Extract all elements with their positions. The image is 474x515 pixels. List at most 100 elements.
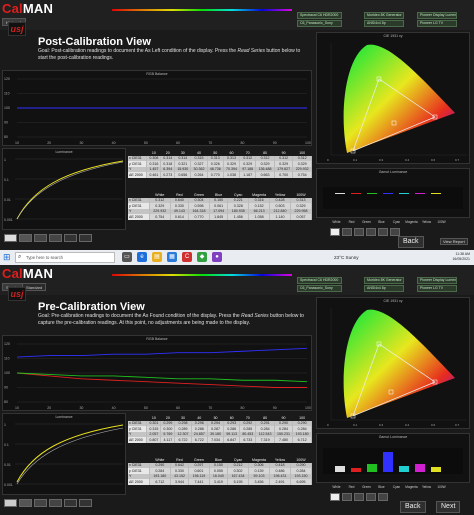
device-display-model[interactable]: Pioneer LG TV	[417, 285, 457, 292]
cie-diagram: 0 0.1 0.3 0.4 0.6 0.7	[327, 43, 467, 162]
y-tick-label: 90	[4, 121, 8, 125]
windows-taskbar: ⊞ ⌕ Type here to search ▭ e ▤ ▦ C ◆ ● 23…	[0, 250, 474, 265]
gamut-btn-4[interactable]	[366, 493, 376, 501]
table-row: x CIE31 0.312 0.640 0.304 0.150 0.221 0.316 0.4…	[128, 197, 312, 203]
taskbar-search-input[interactable]: ⌕ Type here to search	[15, 252, 115, 263]
windows-start-icon[interactable]: ⊞	[3, 253, 12, 262]
svg-text:0.001: 0.001	[4, 483, 13, 487]
luminance-title: Luminance	[55, 150, 73, 154]
gamut-btn-5[interactable]	[378, 228, 388, 236]
app-icon-purple[interactable]: ●	[212, 252, 222, 262]
svg-text:0.01: 0.01	[4, 463, 11, 467]
gamut-bar-blue	[383, 452, 393, 472]
luminance-target-curve	[16, 161, 124, 220]
svg-text:0: 0	[327, 158, 329, 162]
swatch-gray-2[interactable]	[34, 234, 47, 242]
x-tick-label: 80	[241, 141, 245, 145]
gamut-btn-white[interactable]	[330, 493, 340, 501]
table-row: Y 193.180 43.152 156.119 16.040 167.434 59.103…	[128, 473, 313, 479]
gamut-bar-magenta	[415, 464, 425, 472]
luminance-chart: 1 0.1 0.01 0.001	[4, 423, 124, 487]
task-view-icon[interactable]: ▭	[122, 252, 132, 262]
x-tick-label: 70	[208, 406, 212, 410]
swatch-gray-3[interactable]	[49, 499, 62, 507]
back-button[interactable]: Back	[398, 236, 424, 248]
gamut-btn-4[interactable]	[366, 228, 376, 236]
device-generator[interactable]: Murideo 8K Generator	[364, 277, 404, 284]
svg-text:0.1: 0.1	[353, 158, 358, 162]
measured-swatches	[4, 499, 92, 507]
view-report-button[interactable]: View Report	[440, 238, 468, 245]
gamut-bar-white	[335, 466, 345, 472]
device-generator[interactable]: Murideo 8K Generator	[364, 12, 404, 19]
device-meter[interactable]: Spectracal C6 HDR2000	[297, 12, 342, 19]
gamut-luminance-chart	[323, 448, 463, 474]
edge-icon[interactable]: e	[137, 252, 147, 262]
rgb-balance-chart: 80 90 100 110 120 10 20 30 40 50 60 70 80 90 100	[4, 77, 311, 145]
luminance-panel: Luminance 1 0.1 0.01 0.001	[2, 413, 126, 495]
device-meter[interactable]: Spectracal C6 HDR2000	[297, 277, 342, 284]
table-row: Y 2.057 5.769 12.307 24.857 39.180 59.113 80.45…	[128, 431, 312, 437]
svg-text:0.3: 0.3	[379, 158, 384, 162]
swatch-gray-5[interactable]	[79, 499, 92, 507]
store-icon[interactable]: ▦	[167, 252, 177, 262]
swatch-gray-3[interactable]	[49, 234, 62, 242]
device-display[interactable]: Pioneer Display Lumen	[417, 12, 457, 19]
cie-title: CIE 1931 xy	[383, 34, 403, 38]
device-display[interactable]: Pioneer Display Lumen	[417, 277, 457, 284]
swatch-gray-5[interactable]	[79, 234, 92, 242]
svg-text:0.1: 0.1	[353, 423, 358, 427]
usj-logo: usj	[8, 22, 26, 36]
svg-text:0: 0	[327, 423, 329, 427]
x-tick-label: 90	[273, 141, 277, 145]
y-tick-label: 110	[4, 92, 10, 96]
device-pattern[interactable]: ANSI4x4 8p	[364, 20, 404, 27]
back-button[interactable]: Back	[400, 501, 426, 513]
swatch-gray-1[interactable]	[19, 234, 32, 242]
swatch-white[interactable]	[4, 499, 17, 507]
rgb-balance-chart: 80 90 100 110 120 10 20 30 40 50 60 70 80 90 100	[4, 342, 311, 410]
gamut-btn-3[interactable]	[354, 228, 364, 236]
gamut-btn-2[interactable]	[342, 228, 352, 236]
explorer-icon[interactable]: ▤	[152, 252, 162, 262]
device-pattern[interactable]: ANSI4x4 8p	[364, 285, 404, 292]
svg-text:0.3: 0.3	[379, 423, 384, 427]
table-row: ΔE 2000 6.712 3.944 7.441 3.419 5.195 3.456 2.4…	[128, 479, 313, 485]
x-tick-label: 100	[305, 406, 311, 410]
gamut-btn-white[interactable]	[330, 228, 340, 236]
weather-widget[interactable]: 23°C Sunny	[334, 253, 359, 262]
table-row: x CIE31 0.290 0.642 0.297 0.150 0.212 0.306 0.4…	[128, 462, 313, 468]
rainbow-bar	[112, 9, 292, 11]
x-tick-label: 50	[144, 406, 148, 410]
gamut-btn-3[interactable]	[354, 493, 364, 501]
swatch-gray-4[interactable]	[64, 499, 77, 507]
swatch-gray-4[interactable]	[64, 234, 77, 242]
x-tick-label: 60	[176, 406, 180, 410]
taskbar-clock[interactable]: 11:38 AM 16/05/2021	[438, 252, 470, 262]
gamut-btn-2[interactable]	[342, 493, 352, 501]
app-icon-green[interactable]: ◆	[197, 252, 207, 262]
table-row: y CIE31 0.329 0.330 0.598 0.061 0.328 0.152 0.5…	[128, 203, 312, 209]
device-profile[interactable]: C6_Panasonic_Sony	[297, 20, 342, 27]
swatch-white[interactable]	[4, 234, 17, 242]
gamut-luminance-chart	[323, 187, 463, 209]
swatch-gray-2[interactable]	[34, 499, 47, 507]
goal-text: Goal: Pre-calibration readings to docume…	[38, 313, 304, 326]
y-tick-label: 100	[4, 106, 10, 110]
cie-spectral-locus	[343, 44, 455, 153]
x-tick-label: 10	[15, 406, 19, 410]
luminance-curve	[16, 160, 124, 220]
calman-app-icon[interactable]: C	[182, 252, 192, 262]
swatch-gray-1[interactable]	[19, 499, 32, 507]
gamut-btn-5[interactable]	[378, 493, 388, 501]
table-row: ΔE 2000 0.754 0.614 0.770 1.845 1.456 1.058 1.1…	[128, 214, 312, 220]
gamut-bar-yellow	[431, 467, 441, 472]
device-display-model[interactable]: Pioneer LG TV	[417, 20, 457, 27]
page-title: Pre-Calibration View	[38, 301, 145, 313]
device-profile[interactable]: C6_Panasonic_Sony	[297, 285, 342, 292]
page-title: Post-Calibration View	[38, 36, 151, 48]
gamut-btn-6[interactable]	[390, 228, 400, 236]
cie-panel: CIE 1931 xy 0 0.1 0.3 0.4 0.6 0.7	[316, 297, 470, 429]
cie-diagram: 0 0.1 0.3 0.4 0.6 0.7	[327, 308, 467, 427]
next-button[interactable]: Next	[436, 501, 461, 513]
